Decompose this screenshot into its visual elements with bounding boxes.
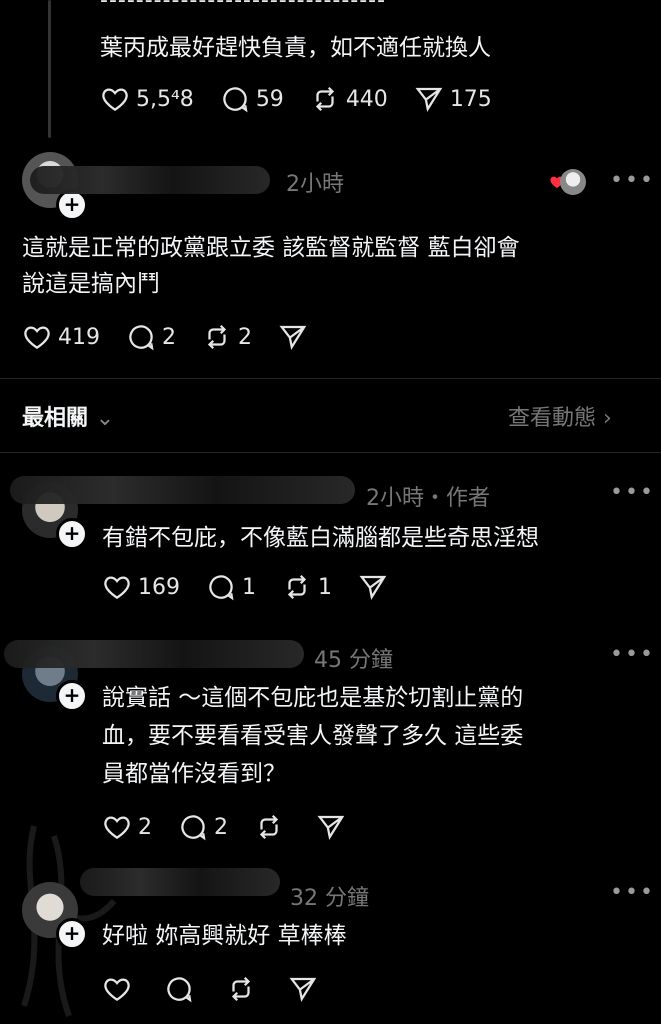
separator-dashes: -------------------------------- (100, 0, 387, 13)
post-time: 2小時 (286, 172, 344, 197)
send-icon (279, 325, 307, 350)
send-icon (317, 815, 345, 840)
sort-dropdown[interactable]: 最相關 ⌄ (22, 400, 114, 432)
sort-label: 最相關 (22, 406, 89, 431)
reply-button[interactable]: 59 (220, 84, 284, 114)
reply-button[interactable]: 1 (206, 572, 256, 602)
divider (0, 378, 661, 379)
repost-button[interactable] (254, 812, 290, 842)
comment-icon (129, 325, 154, 351)
like-button[interactable]: 5,5⁴8 (100, 84, 194, 114)
view-activity-label: 查看動態 (508, 406, 597, 431)
small-avatar (560, 169, 586, 195)
repost-icon (315, 86, 334, 112)
reply-text-line2: 說這是搞內鬥 (22, 271, 160, 297)
reply-button[interactable] (164, 974, 200, 1004)
send-icon (415, 87, 443, 112)
view-activity-link[interactable]: 查看動態 › (508, 400, 612, 432)
comment-time: 45 分鐘 (314, 648, 393, 673)
send-icon (289, 977, 317, 1002)
repost-count: 1 (318, 574, 332, 600)
divider (0, 452, 661, 453)
repost-icon (287, 574, 307, 600)
post-text: 葉丙成最好趕快負責，如不適任就換人 (100, 35, 491, 61)
username-redacted (10, 476, 355, 504)
comment-time: 32 分鐘 (290, 886, 369, 911)
share-button[interactable] (316, 812, 352, 842)
comment-actions (102, 974, 350, 1004)
share-count: 175 (449, 86, 492, 112)
repost-button[interactable] (226, 974, 262, 1004)
comment-text: 好啦 妳高興就好 草棒棒 (102, 923, 347, 949)
like-count: 419 (58, 324, 100, 350)
chevron-right-icon: › (603, 406, 612, 431)
like-count: 2 (138, 814, 152, 840)
comment-icon (209, 575, 234, 601)
post-actions: 5,5⁴8 59 440 175 (100, 84, 518, 114)
repost-button[interactable]: 440 (310, 84, 388, 114)
heart-icon (104, 576, 130, 599)
username-redacted (30, 166, 270, 194)
more-options-icon[interactable]: ••• (610, 642, 655, 667)
reply-count: 2 (214, 814, 228, 840)
reply-count: 1 (242, 574, 256, 600)
repost-icon (207, 324, 227, 350)
follow-plus-button[interactable]: + (56, 680, 88, 712)
follow-plus-button[interactable]: + (56, 918, 88, 950)
more-options-icon[interactable]: ••• (610, 168, 655, 193)
comment-icon (223, 87, 248, 113)
thread-line (48, 0, 51, 138)
repost-icon (231, 976, 251, 1002)
like-button[interactable] (102, 974, 138, 1004)
like-count: 5,5⁴8 (136, 86, 194, 112)
follow-plus-button[interactable]: + (56, 518, 88, 550)
chevron-down-icon: ⌄ (95, 406, 115, 431)
heart-icon (104, 978, 130, 1001)
reply-button[interactable]: 2 (126, 322, 176, 352)
comment-icon (181, 815, 206, 841)
comment-text-line1: 說實話 ～這個不包庇也是基於切割止黨的 (102, 685, 524, 711)
reply-actions: 419 2 2 (22, 322, 340, 352)
more-options-icon[interactable]: ••• (610, 880, 655, 905)
comment-icon (167, 977, 192, 1003)
repost-button[interactable]: 2 (202, 322, 252, 352)
reply-count: 2 (162, 324, 176, 350)
username-redacted (4, 640, 304, 668)
reply-text-line1: 這就是正常的政黨跟立委 該監督就監督 藍白卻會 (22, 235, 520, 261)
more-options-icon[interactable]: ••• (610, 480, 655, 505)
username-redacted (80, 868, 280, 896)
comment-actions: 169 1 1 (102, 572, 420, 602)
repost-button[interactable]: 1 (282, 572, 332, 602)
repost-count: 2 (238, 324, 252, 350)
comment-text-line2: 血，要不要看看受害人發聲了多久 這些委 (102, 723, 524, 749)
comment-time: 2小時・作者 (366, 486, 490, 511)
reply-count: 59 (255, 86, 284, 112)
heart-icon (102, 88, 128, 111)
share-button[interactable] (358, 572, 394, 602)
repost-icon (259, 814, 279, 840)
repost-count: 440 (345, 86, 388, 112)
like-button[interactable]: 419 (22, 322, 100, 352)
like-button[interactable]: 169 (102, 572, 180, 602)
comment-text: 有錯不包庇，不像藍白滿腦都是些奇思淫想 (102, 525, 539, 551)
send-icon (359, 575, 387, 600)
comment-text-line3: 員都當作沒看到？ (102, 761, 286, 787)
comment-actions: 2 2 (102, 812, 378, 842)
reply-button[interactable]: 2 (178, 812, 228, 842)
share-button[interactable]: 175 (414, 84, 492, 114)
share-button[interactable] (278, 322, 314, 352)
share-button[interactable] (288, 974, 324, 1004)
like-count: 169 (138, 574, 180, 600)
heart-icon (24, 326, 50, 349)
